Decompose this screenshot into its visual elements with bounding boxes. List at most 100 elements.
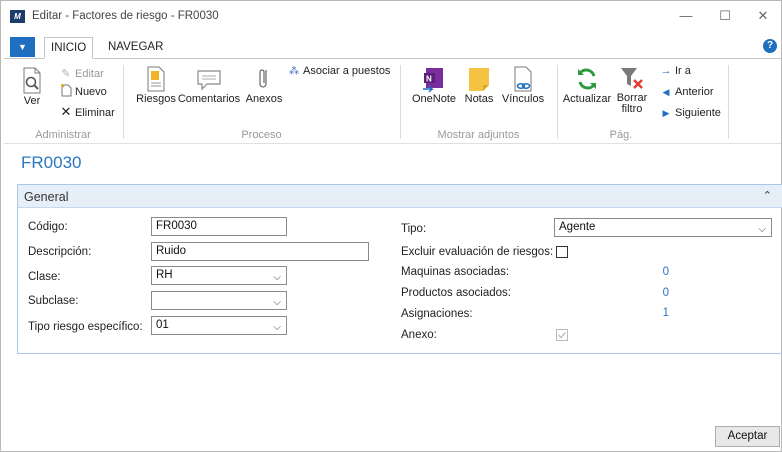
- triangle-right-icon: ▶: [662, 108, 670, 118]
- nuevo-label: Nuevo: [75, 86, 107, 98]
- general-fasttab-header[interactable]: General ⌃: [18, 185, 782, 208]
- onenote-button[interactable]: N OneNote: [409, 65, 459, 105]
- close-button[interactable]: ✕: [743, 5, 782, 27]
- tipo-label: Tipo:: [401, 223, 427, 235]
- asignaciones-value[interactable]: 1: [629, 307, 669, 319]
- ver-label: Ver: [23, 95, 41, 107]
- onenote-icon: N: [422, 65, 446, 93]
- descripcion-label: Descripción:: [28, 246, 92, 258]
- svg-text:N: N: [426, 75, 432, 84]
- nuevo-button[interactable]: Nuevo: [59, 84, 107, 100]
- anexos-label: Anexos: [245, 93, 283, 105]
- siguiente-button[interactable]: ▶ Siguiente: [659, 105, 721, 121]
- tipo-riesgo-value: 01: [156, 319, 169, 331]
- vinculos-label: Vínculos: [501, 93, 545, 105]
- group-proceso: Riesgos Comentarios Anexos ⁂ Asociar a p…: [124, 59, 399, 145]
- riesgos-icon: [145, 65, 167, 93]
- riesgos-button[interactable]: Riesgos: [135, 65, 177, 105]
- aceptar-button[interactable]: Aceptar: [715, 426, 780, 447]
- codigo-field[interactable]: FR0030: [151, 217, 287, 236]
- descripcion-field[interactable]: Ruido: [151, 242, 369, 261]
- borrar-label-2: filtro: [621, 103, 643, 115]
- group-pag: Actualizar Borrar filtro → Ir a ◀ Anterior: [558, 59, 728, 145]
- asignaciones-label: Asignaciones:: [401, 308, 473, 320]
- paperclip-icon: [257, 65, 271, 93]
- group-mostrar-adjuntos: N OneNote Notas Vínculos Mostrar adjunto…: [401, 59, 556, 145]
- codigo-label: Código:: [28, 221, 68, 233]
- maximize-button[interactable]: ☐: [705, 5, 745, 27]
- chevron-down-icon: ⌵: [758, 224, 766, 235]
- anterior-label: Anterior: [675, 86, 714, 98]
- anexo-label: Anexo:: [401, 329, 437, 341]
- ir-a-button[interactable]: → Ir a: [659, 63, 691, 79]
- notas-button[interactable]: Notas: [462, 65, 496, 105]
- chevron-up-icon[interactable]: ⌃: [763, 189, 772, 202]
- tipo-riesgo-select[interactable]: 01 ⌵: [151, 316, 287, 335]
- tab-inicio[interactable]: INICIO: [44, 37, 94, 59]
- vinculos-button[interactable]: Vínculos: [499, 65, 547, 105]
- people-icon: ⁂: [289, 66, 299, 77]
- ribbon-tabstrip: ▼ INICIO NAVEGAR ?: [1, 35, 781, 59]
- new-document-icon: [59, 84, 73, 100]
- title-bar: M Editar - Factores de riesgo - FR0030 —…: [1, 1, 781, 31]
- sticky-note-icon: [467, 65, 491, 93]
- refresh-icon: [575, 65, 599, 93]
- general-title: General: [24, 190, 69, 204]
- chevron-down-icon: ⌵: [273, 297, 281, 308]
- group-administrar: Ver ✎ Editar Nuevo ✕ Eliminar Administrar: [4, 59, 122, 145]
- group-label-administrar: Administrar: [35, 129, 91, 141]
- productos-label: Productos asociados:: [401, 287, 511, 299]
- pencil-icon: ✎: [61, 68, 71, 80]
- record-title: FR0030: [21, 153, 82, 172]
- subclase-select[interactable]: ⌵: [151, 291, 287, 310]
- comentarios-label: Comentarios: [177, 93, 241, 105]
- subclase-label: Subclase:: [28, 295, 79, 307]
- eliminar-button[interactable]: ✕ Eliminar: [59, 104, 115, 120]
- onenote-label: OneNote: [411, 93, 457, 105]
- excluir-checkbox[interactable]: [556, 246, 568, 258]
- riesgos-label: Riesgos: [136, 93, 176, 105]
- group-label-proceso: Proceso: [241, 129, 282, 141]
- delete-x-icon: ✕: [60, 104, 72, 119]
- excluir-label: Excluir evaluación de riesgos:: [401, 246, 554, 258]
- tipo-value: Agente: [559, 221, 596, 233]
- asociar-label: Asociar a puestos: [303, 65, 391, 77]
- view-icon: [21, 67, 43, 95]
- checkmark-icon: [558, 332, 566, 339]
- editar-button[interactable]: ✎ Editar: [59, 66, 104, 82]
- group-separator: [728, 65, 729, 139]
- app-logo-icon: M: [10, 10, 25, 23]
- window-title: Editar - Factores de riesgo - FR0030: [32, 10, 219, 22]
- anexos-button[interactable]: Anexos: [244, 65, 284, 105]
- anterior-button[interactable]: ◀ Anterior: [659, 84, 714, 100]
- group-label-pag: Pág.: [609, 129, 633, 141]
- clase-select[interactable]: RH ⌵: [151, 266, 287, 285]
- minimize-button[interactable]: —: [666, 5, 706, 27]
- editar-label: Editar: [75, 68, 104, 80]
- maquinas-label: Maquinas asociadas:: [401, 266, 510, 278]
- comment-icon: [195, 65, 223, 93]
- help-icon[interactable]: ?: [763, 39, 777, 53]
- clase-label: Clase:: [28, 271, 61, 283]
- ira-label: Ir a: [675, 65, 691, 77]
- clear-filter-icon: [619, 65, 645, 93]
- link-document-icon: [512, 65, 534, 93]
- edit-window: M Editar - Factores de riesgo - FR0030 —…: [0, 0, 782, 452]
- comentarios-button[interactable]: Comentarios: [177, 65, 241, 105]
- tipo-riesgo-label: Tipo riesgo específico:: [28, 321, 143, 333]
- chevron-down-icon: ⌵: [273, 322, 281, 333]
- actualizar-button[interactable]: Actualizar: [560, 65, 614, 105]
- ribbon: Ver ✎ Editar Nuevo ✕ Eliminar Administrar: [4, 58, 781, 144]
- tipo-select[interactable]: Agente ⌵: [554, 218, 772, 237]
- asociar-puestos-button[interactable]: ⁂ Asociar a puestos: [287, 63, 390, 79]
- clase-value: RH: [156, 269, 173, 281]
- chevron-down-icon: ⌵: [273, 272, 281, 283]
- productos-value[interactable]: 0: [629, 287, 669, 299]
- file-menu-button[interactable]: ▼: [10, 37, 35, 57]
- borrar-filtro-button[interactable]: Borrar filtro: [614, 65, 650, 115]
- ver-button[interactable]: Ver: [17, 67, 47, 107]
- siguiente-label: Siguiente: [675, 107, 721, 119]
- anexo-checkbox: [556, 329, 568, 341]
- tab-navegar[interactable]: NAVEGAR: [102, 37, 169, 59]
- maquinas-value[interactable]: 0: [629, 266, 669, 278]
